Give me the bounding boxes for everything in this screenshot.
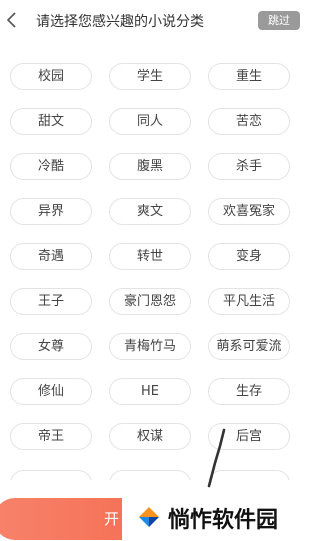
category-tag[interactable]: 爽文 — [109, 198, 191, 225]
category-tag[interactable]: 腹黑 — [109, 153, 191, 180]
category-tag[interactable]: 异界 — [10, 198, 92, 225]
category-tag[interactable]: 同人 — [109, 108, 191, 135]
category-tag[interactable]: 萌系可爱流 — [208, 333, 290, 360]
category-tag[interactable]: 青梅竹马 — [109, 333, 191, 360]
start-button-label: 开 — [104, 510, 120, 528]
category-tag[interactable]: 生存 — [208, 378, 290, 405]
category-tag[interactable]: 苦恋 — [208, 108, 290, 135]
category-tag[interactable]: 帝王 — [10, 423, 92, 450]
category-tag[interactable]: 学生 — [109, 63, 191, 90]
category-tag[interactable]: 平凡生活 — [208, 288, 290, 315]
category-tag[interactable]: 冷酷 — [10, 153, 92, 180]
category-tag[interactable]: 杀手 — [208, 153, 290, 180]
category-tag[interactable]: 变身 — [208, 243, 290, 270]
watermark: 惝怍软件园 — [122, 494, 320, 541]
category-tag[interactable]: 甜文 — [10, 108, 92, 135]
partially-hidden-tag-row — [0, 470, 320, 480]
category-tag[interactable]: 欢喜冤家 — [208, 198, 290, 225]
category-tag[interactable] — [10, 470, 92, 480]
category-tag[interactable] — [208, 470, 290, 480]
category-tag[interactable]: 转世 — [109, 243, 191, 270]
watermark-logo-icon — [136, 504, 162, 530]
category-tag[interactable]: 权谋 — [109, 423, 191, 450]
category-tag[interactable]: 王子 — [10, 288, 92, 315]
category-tag[interactable]: 修仙 — [10, 378, 92, 405]
category-tag[interactable]: HE — [109, 378, 191, 405]
category-tag[interactable]: 豪门恩怨 — [109, 288, 191, 315]
category-tag[interactable]: 女尊 — [10, 333, 92, 360]
category-tag[interactable]: 重生 — [208, 63, 290, 90]
category-tag[interactable] — [109, 470, 191, 480]
category-tag-grid: 校园 学生 重生 甜文 同人 苦恋 冷酷 腹黑 杀手 异界 爽文 欢喜冤家 奇遇… — [0, 0, 320, 541]
category-tag[interactable]: 后宫 — [208, 423, 290, 450]
category-tag[interactable]: 奇遇 — [10, 243, 92, 270]
watermark-text: 惝怍软件园 — [168, 508, 279, 533]
category-tag[interactable]: 校园 — [10, 63, 92, 90]
